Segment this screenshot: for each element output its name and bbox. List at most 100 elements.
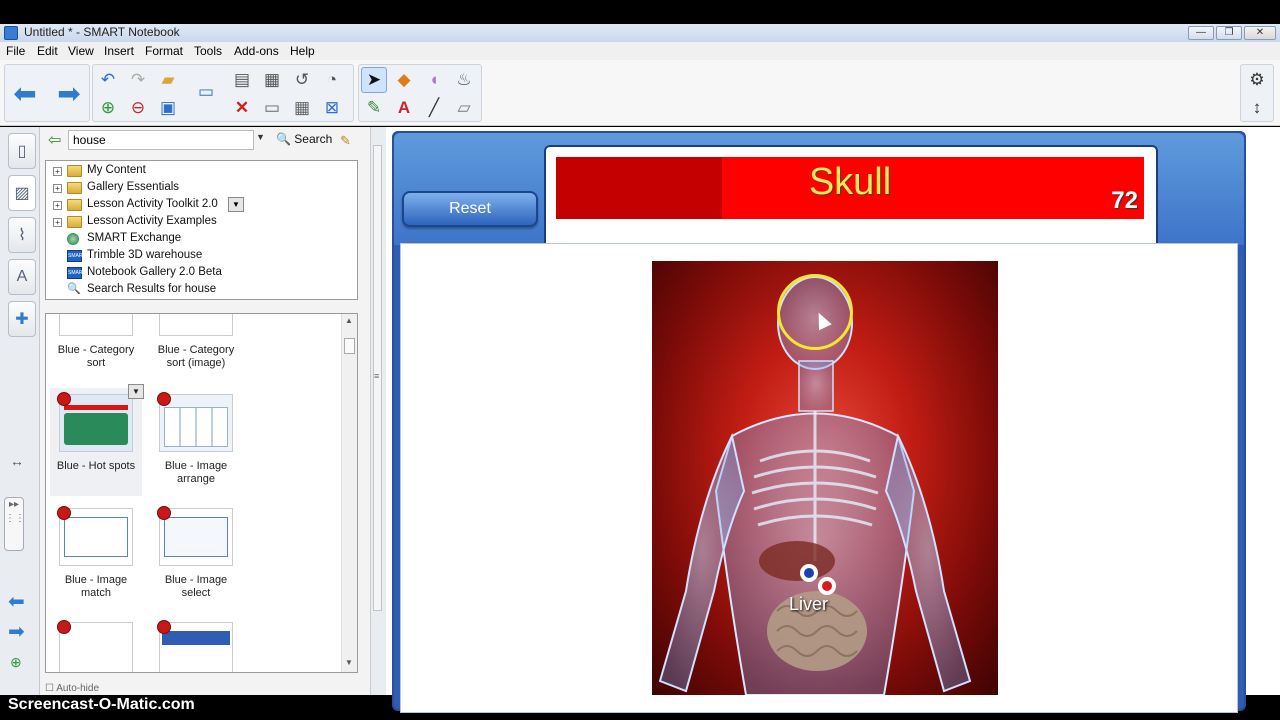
pens-tool-icon[interactable]: ✎ [361, 95, 387, 121]
delete-icon[interactable]: ✕ [229, 95, 255, 121]
gallery-item-label: Blue - Hot spots [56, 460, 136, 472]
search-dropdown-icon[interactable]: ▼ [256, 132, 265, 142]
gallery-item-image-match[interactable]: Blue - Image match [50, 504, 142, 600]
menu-help[interactable]: Help [290, 44, 315, 58]
next-page-icon[interactable]: ➡ [51, 65, 87, 121]
close-button[interactable]: ✕ [1244, 26, 1276, 40]
autohide-checkbox[interactable]: ☐ Auto-hide [45, 683, 99, 694]
properties-tab-icon[interactable]: A [8, 259, 36, 295]
line-tool-icon[interactable]: ╱ [421, 95, 447, 121]
gallery-tools-icon[interactable]: ✎ [340, 133, 351, 149]
screen-shade-icon[interactable]: ↺ [289, 67, 315, 93]
add-ons-tab-icon[interactable]: ✚ [8, 301, 36, 337]
close-document-icon[interactable]: ⊠ [319, 95, 345, 121]
gallery-search-input[interactable] [68, 130, 254, 150]
organ-label: Liver [789, 594, 829, 614]
paste-icon[interactable]: ▤ [229, 67, 255, 93]
folder-icon [67, 199, 82, 211]
expand-icon[interactable]: + [53, 201, 62, 210]
full-screen-icon[interactable]: ▭ [259, 95, 285, 121]
fill-tool-icon[interactable]: ♨ [451, 67, 477, 93]
attachments-tab-icon[interactable]: ⌇ [8, 217, 36, 253]
expand-icon[interactable]: + [53, 167, 62, 176]
tree-item-label: Gallery Essentials [87, 181, 180, 193]
eraser-alt-icon[interactable]: ▱ [451, 95, 477, 121]
menu-view[interactable]: View [68, 44, 94, 58]
smart-icon: SMART [67, 250, 85, 262]
screen-display-icon[interactable]: ▭ [193, 79, 219, 105]
add-page-icon[interactable]: ⊕ [95, 95, 121, 121]
menu-add-ons[interactable]: Add-ons [234, 44, 279, 58]
gallery-item-image-arrange[interactable]: Blue - Image arrange [150, 388, 242, 486]
undo-icon[interactable]: ↶ [95, 67, 121, 93]
gallery-item-more-1[interactable] [50, 618, 142, 672]
capture-icon[interactable]: ◔ [319, 67, 345, 93]
canvas-margin [1248, 127, 1276, 695]
reset-button[interactable]: Reset [402, 191, 538, 227]
menu-insert[interactable]: Insert [104, 44, 134, 58]
panel-splitter[interactable]: ≡ [370, 127, 386, 695]
shapes-tool-icon[interactable]: ◆ [391, 67, 417, 93]
tree-item-search-results[interactable]: 🔍 Search Results for house [46, 282, 346, 299]
search-button[interactable]: 🔍 Search [276, 132, 332, 146]
gear-icon[interactable]: ⚙ [1244, 67, 1270, 93]
gallery-item-more-2[interactable] [150, 618, 242, 672]
splitter-grip-icon[interactable]: ≡ [374, 371, 379, 381]
sidebar-forward-icon[interactable]: ➡ [8, 619, 25, 644]
window-title: Untitled * - SMART Notebook [24, 25, 180, 39]
hotspot-ring[interactable] [777, 274, 853, 350]
tree-item-trimble-3d-warehouse[interactable]: SMART Trimble 3D warehouse [46, 248, 346, 265]
gallery-item-hot-spots[interactable]: ▼ Blue - Hot spots [50, 384, 144, 496]
sidebar-add-page-icon[interactable]: ⊕ [10, 654, 22, 671]
search-icon: 🔍 [67, 283, 81, 295]
tools-toolbar-group: ➤ ◆ ◖ ♨ ✎ A ╱ ▱ [358, 64, 482, 122]
gallery-item-category-sort-image[interactable]: Blue - Category sort (image) [150, 314, 242, 370]
tree-item-my-content[interactable]: + My Content [46, 163, 346, 180]
text-tool-icon[interactable]: A [391, 95, 417, 121]
nav-toolbar-group: ⬅ ➡ [4, 64, 90, 122]
thumbnails-scrollbar[interactable]: ▲ ▼ [341, 314, 357, 672]
search-icon: 🔍 [276, 132, 291, 146]
delete-page-icon[interactable]: ⊖ [125, 95, 151, 121]
scroll-up-icon[interactable]: ▲ [345, 316, 353, 325]
item-dropdown-icon[interactable]: ▼ [128, 384, 144, 399]
menu-tools[interactable]: Tools [194, 44, 222, 58]
maximize-button[interactable]: ❐ [1216, 26, 1242, 40]
redo-icon[interactable]: ↷ [125, 67, 151, 93]
tree-item-notebook-gallery-beta[interactable]: SMART Notebook Gallery 2.0 Beta [46, 265, 346, 282]
hotspot-marker-blue[interactable] [800, 564, 818, 582]
gallery-item-image-select[interactable]: Blue - Image select [150, 504, 242, 600]
select-tool-icon[interactable]: ➤ [361, 67, 387, 93]
resize-arrows-icon[interactable]: ↔ [10, 453, 24, 469]
expand-icon[interactable]: + [53, 218, 62, 227]
tree-item-gallery-essentials[interactable]: + Gallery Essentials [46, 180, 346, 197]
previous-page-icon[interactable]: ⬅ [7, 65, 43, 121]
move-toolbar-icon[interactable]: ↕ [1244, 95, 1270, 121]
save-icon[interactable]: ▣ [155, 95, 181, 121]
open-file-icon[interactable]: ▰ [155, 67, 181, 93]
sidebar-handle-icon[interactable]: ▸▸ ⋮⋮ [4, 497, 25, 551]
gallery-back-icon[interactable]: ⇦ [48, 130, 61, 150]
tree-item-lesson-activity-examples[interactable]: + Lesson Activity Examples [46, 214, 346, 231]
hotspot-marker-red[interactable] [818, 577, 836, 595]
eraser-tool-icon[interactable]: ◖ [421, 67, 447, 93]
menu-format[interactable]: Format [145, 44, 183, 58]
sidebar-back-icon[interactable]: ⬅ [8, 589, 25, 614]
scroll-down-icon[interactable]: ▼ [345, 658, 353, 667]
thumbnail-image [157, 620, 233, 672]
gallery-thumbnails: Blue - Category sort Blue - Category sor… [45, 313, 358, 673]
insert-picture-icon[interactable]: ▦ [259, 67, 285, 93]
thumbnail-image [57, 392, 133, 452]
gallery-tab-icon[interactable]: ▨ [8, 175, 36, 211]
page-sorter-tab-icon[interactable]: ▯ [8, 133, 36, 169]
tree-item-smart-exchange[interactable]: SMART Exchange [46, 231, 346, 248]
scroll-thumb[interactable] [344, 338, 355, 354]
expand-icon[interactable]: + [53, 184, 62, 193]
menu-file[interactable]: File [6, 44, 25, 58]
menu-edit[interactable]: Edit [37, 44, 58, 58]
table-icon[interactable]: ▦ [289, 95, 315, 121]
tree-item-lesson-activity-toolkit[interactable]: + Lesson Activity Toolkit 2.0 ▼ [46, 197, 346, 214]
minimize-button[interactable]: — [1188, 26, 1214, 40]
gallery-item-category-sort[interactable]: Blue - Category sort [50, 314, 142, 370]
item-dropdown-icon[interactable]: ▼ [228, 197, 244, 212]
